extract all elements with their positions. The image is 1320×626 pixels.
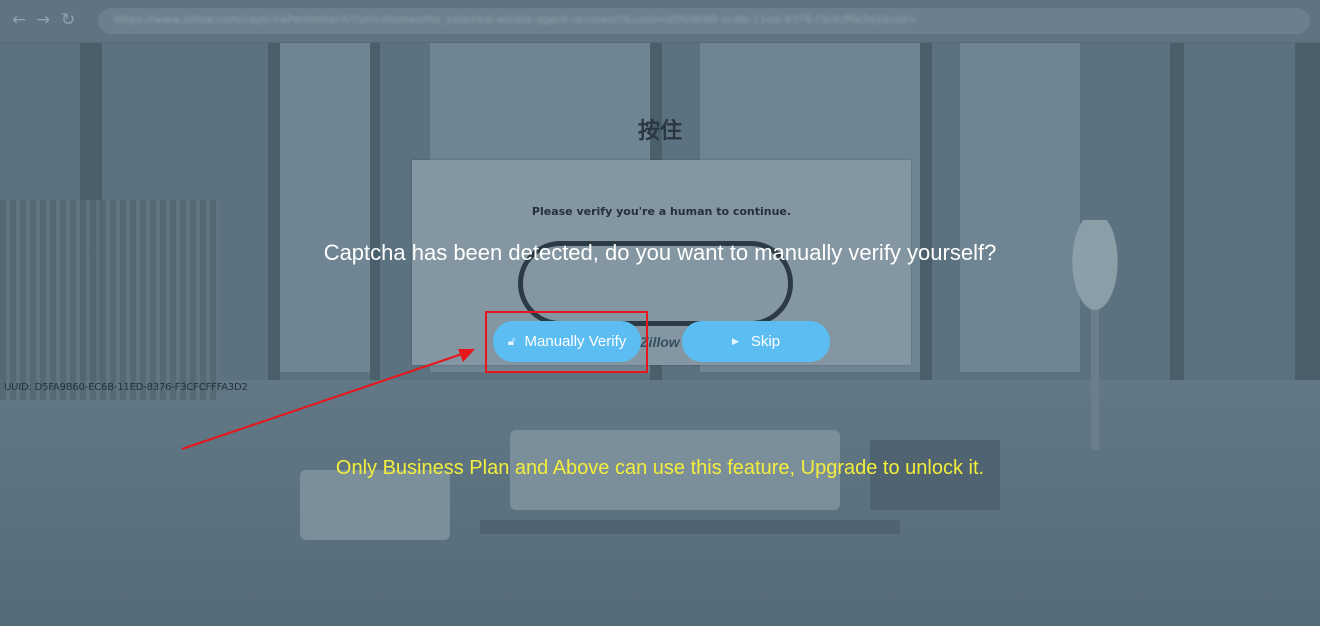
address-bar[interactable]: https://www.zillow.com/captchaPerimeterX… [98,8,1310,34]
upgrade-note: Only Business Plan and Above can use thi… [335,457,985,479]
skip-button[interactable]: ▶ Skip [682,321,830,362]
browser-toolbar: ← → ↻ https://www.zillow.com/captchaPeri… [0,0,1320,43]
page: ← → ↻ https://www.zillow.com/captchaPeri… [0,0,1320,626]
highlight-box [485,311,648,373]
play-icon: ▶ [731,336,739,347]
press-and-hold-label: 按住 [637,119,682,144]
arrow-right-icon[interactable]: → [36,9,50,31]
arrow-left-icon[interactable]: ← [12,9,26,31]
captcha-uuid: UUID: D5FA9B60-EC6B-11ED-8376-F3CFCFFFA3… [4,382,248,393]
dialog-title: Captcha has been detected, do you want t… [323,240,997,265]
captcha-prompt: Please verify you're a human to continue… [531,205,792,218]
reload-icon[interactable]: ↻ [61,9,75,31]
skip-label: Skip [750,333,781,350]
address-bar-url: https://www.zillow.com/captchaPerimeterX… [114,13,917,26]
